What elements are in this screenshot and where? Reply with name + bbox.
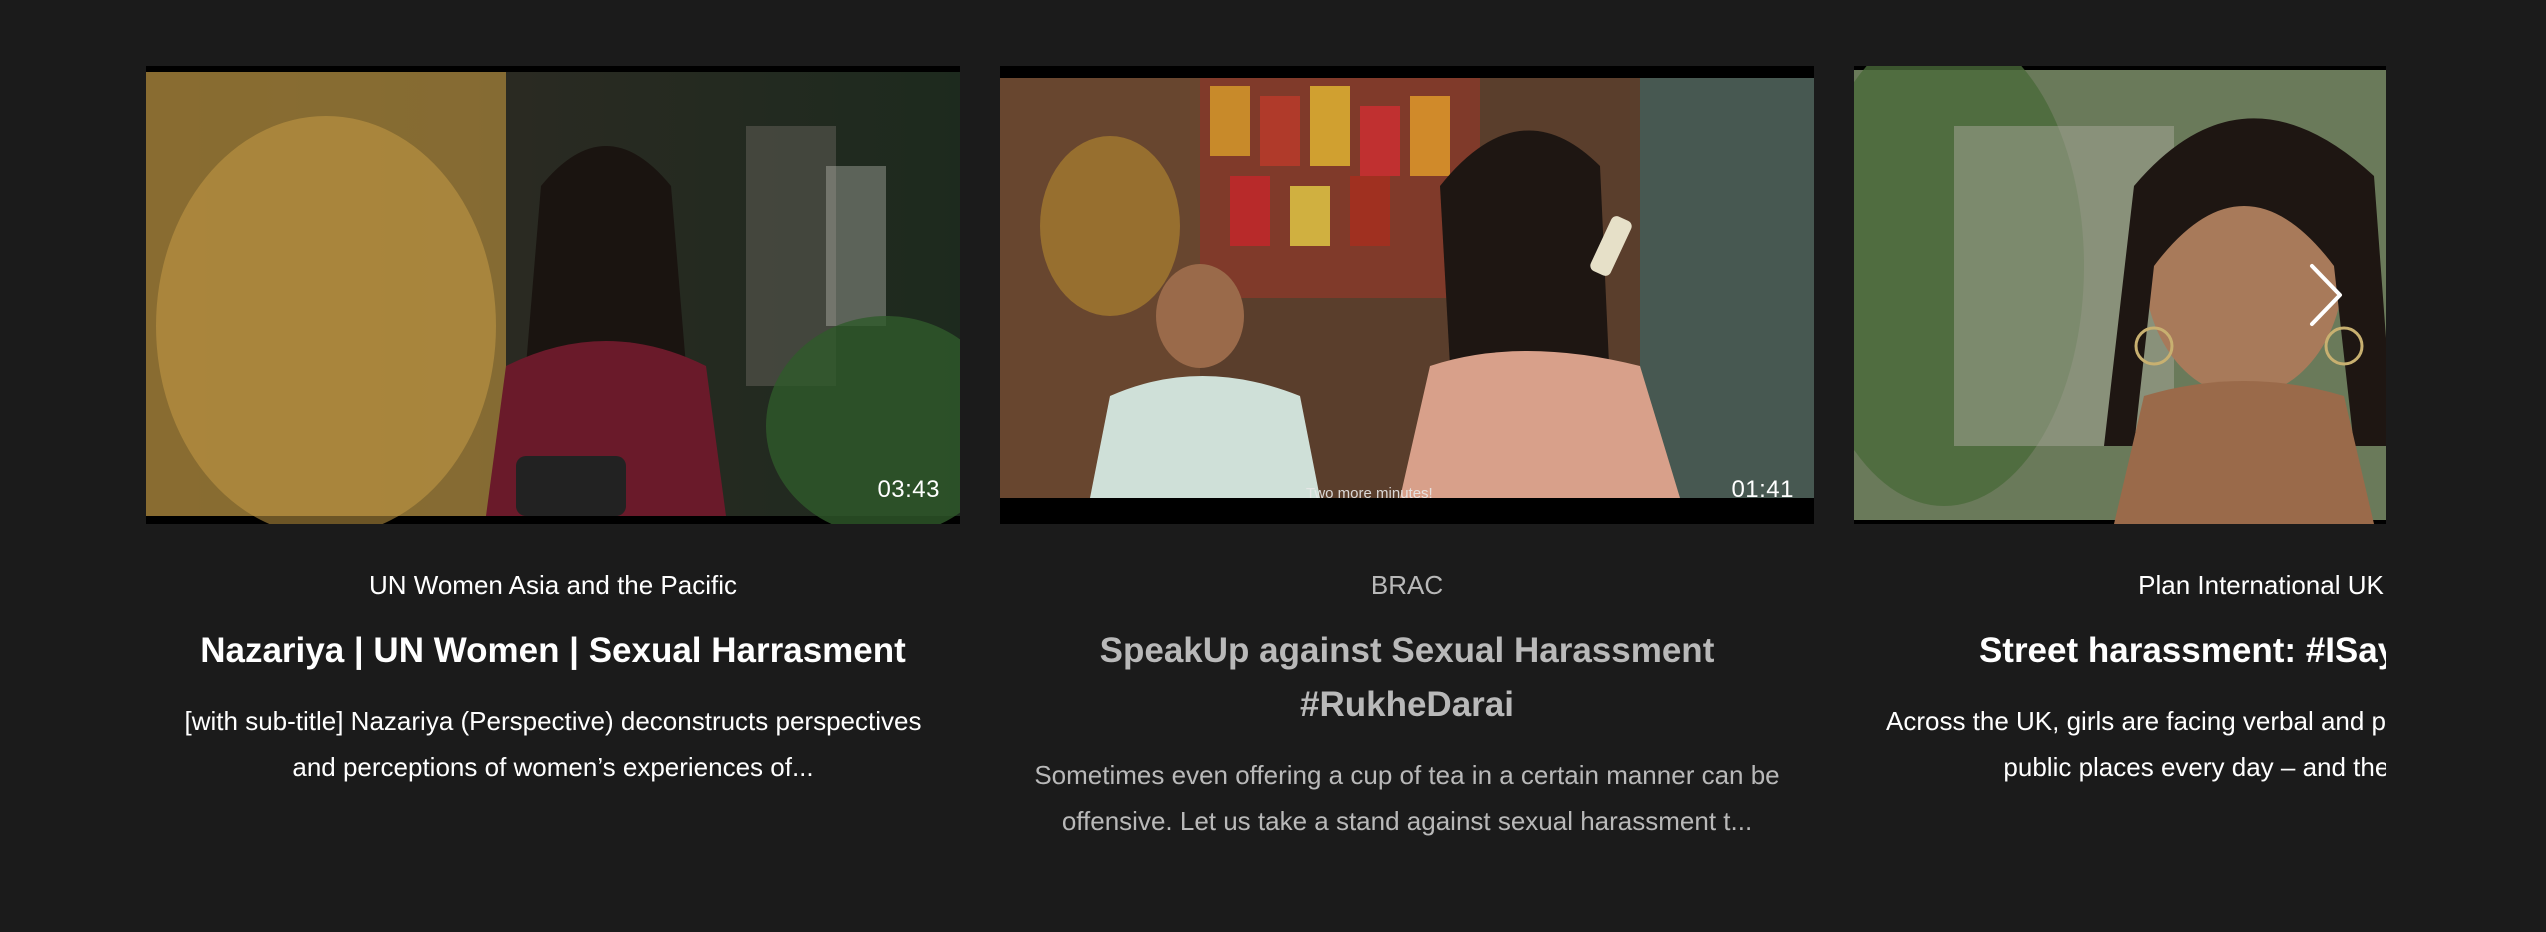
video-description: Sometimes even offering a cup of tea in … bbox=[1034, 760, 1780, 836]
subtitle-caption: Two more minutes! bbox=[1306, 485, 1433, 502]
thumbnail-image bbox=[1000, 66, 1814, 524]
channel-name[interactable]: BRAC bbox=[1000, 568, 1814, 602]
video-card[interactable]: Two more minutes! 01:41 BRAC SpeakUp aga… bbox=[1000, 66, 1814, 844]
video-thumbnail[interactable]: 03:43 bbox=[146, 66, 960, 524]
video-card[interactable]: 03:43 UN Women Asia and the Pacific Naza… bbox=[146, 66, 960, 790]
video-title[interactable]: Nazariya | UN Women | Sexual Harrasment bbox=[193, 624, 913, 678]
video-title[interactable]: SpeakUp against Sexual Harassment #Rukhe… bbox=[1047, 624, 1767, 732]
carousel-viewport: 03:43 UN Women Asia and the Pacific Naza… bbox=[146, 66, 2386, 886]
carousel-next-button[interactable] bbox=[2306, 262, 2346, 328]
chevron-right-icon bbox=[2310, 264, 2342, 326]
video-duration: 01:41 bbox=[1731, 476, 1794, 503]
video-description: Across the UK, girls are facing verbal a… bbox=[1885, 706, 2386, 782]
video-card[interactable]: Plan International UK Street harassment:… bbox=[1854, 66, 2386, 790]
video-carousel: 03:43 UN Women Asia and the Pacific Naza… bbox=[0, 0, 2546, 932]
channel-name[interactable]: Plan International UK bbox=[1854, 568, 2386, 602]
channel-name[interactable]: UN Women Asia and the Pacific bbox=[146, 568, 960, 602]
video-description: [with sub-title] Nazariya (Perspective) … bbox=[184, 706, 922, 782]
video-title[interactable]: Street harassment: #ISayItsNotOk bbox=[1901, 624, 2386, 678]
thumbnail-image bbox=[146, 66, 960, 524]
video-thumbnail[interactable]: Two more minutes! 01:41 bbox=[1000, 66, 1814, 524]
video-duration: 03:43 bbox=[877, 476, 940, 503]
